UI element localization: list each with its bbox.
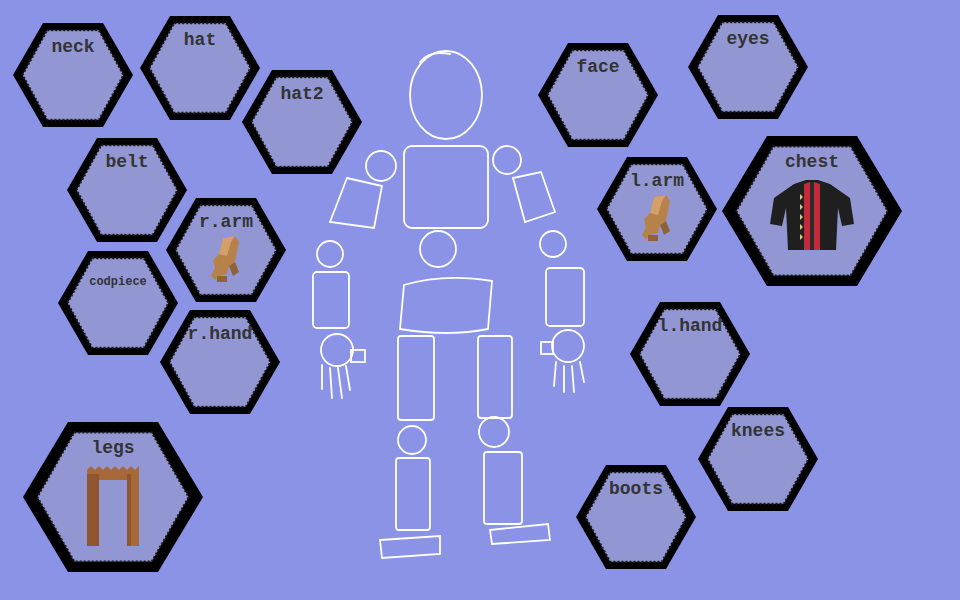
slot-label: belt (105, 152, 148, 174)
slot-label: boots (609, 479, 663, 501)
slot-label: codpiece (89, 265, 147, 289)
equipment-slot[interactable]: hat2 (242, 70, 362, 174)
gauntlet-icon (209, 236, 243, 284)
slot-label: l.arm (630, 171, 684, 193)
pants-icon (85, 466, 141, 548)
slot-label: face (576, 57, 619, 79)
slot-label: r.arm (199, 212, 253, 234)
slot-label: hat2 (280, 84, 323, 106)
slot-label: neck (51, 37, 94, 59)
slot-label: eyes (726, 29, 769, 51)
equipment-slot[interactable]: chest (722, 136, 902, 286)
equipment-slot[interactable]: l.hand (630, 302, 750, 406)
equipment-slot[interactable]: hat (140, 16, 260, 120)
jacket-icon (770, 180, 854, 252)
slot-label: legs (91, 438, 134, 460)
equipment-slot[interactable]: r.arm (166, 198, 286, 302)
slot-label: r.hand (188, 324, 253, 346)
slot-label: knees (731, 421, 785, 443)
equipment-slot[interactable]: legs (23, 422, 203, 572)
equipment-slot[interactable]: l.arm (597, 157, 717, 261)
equipment-screen: neck hat hat2 belt r.arm codpiece r.hand… (0, 0, 960, 600)
equipment-slot[interactable]: r.hand (160, 310, 280, 414)
slot-frame (58, 251, 178, 355)
equipment-slot[interactable]: codpiece (58, 251, 178, 355)
equipment-slot[interactable]: eyes (688, 15, 808, 119)
slot-label: l.hand (658, 316, 723, 338)
equipment-slot[interactable]: knees (698, 407, 818, 511)
slot-label: hat (184, 30, 216, 52)
equipment-slot[interactable]: face (538, 43, 658, 147)
equipment-slot[interactable]: boots (576, 465, 696, 569)
slot-label: chest (785, 152, 839, 174)
equipment-slot[interactable]: belt (67, 138, 187, 242)
gauntlet-icon (640, 195, 674, 243)
equipment-slot[interactable]: neck (13, 23, 133, 127)
